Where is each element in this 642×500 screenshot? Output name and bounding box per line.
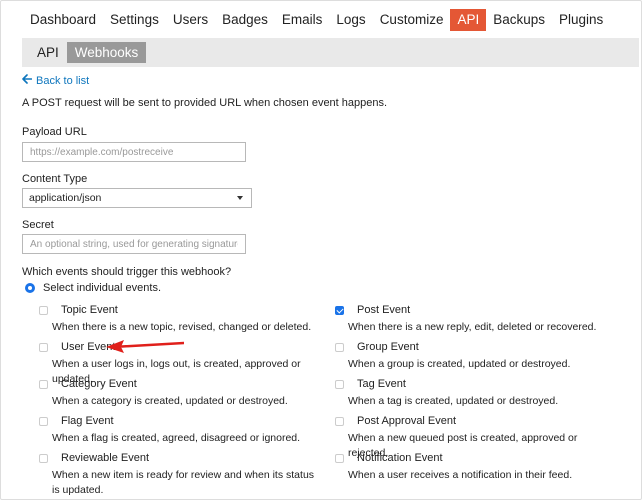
event-group-name: Group Event — [357, 341, 419, 353]
back-link-label: Back to list — [36, 74, 90, 87]
event-post-name: Post Event — [357, 304, 411, 316]
api-sub-nav: API Webhooks — [22, 38, 639, 67]
event-category-checkbox[interactable] — [39, 379, 48, 389]
content-type-select[interactable]: application/json — [22, 188, 252, 208]
event-tag-name: Tag Event — [357, 378, 406, 390]
nav-dashboard[interactable]: Dashboard — [21, 9, 103, 31]
event-post-approval-name: Post Approval Event — [357, 415, 457, 427]
radio-selected-icon — [25, 283, 35, 293]
event-topic: Topic Event When there is a new topic, r… — [22, 303, 312, 335]
event-topic-checkbox[interactable] — [39, 305, 48, 315]
nav-api[interactable]: API — [450, 9, 487, 31]
event-category-toggle[interactable]: Category Event — [22, 377, 312, 391]
event-category: Category Event When a category is create… — [22, 377, 312, 409]
event-reviewable: Reviewable Event When a new item is read… — [22, 451, 314, 498]
event-group-description: When a group is created, updated or dest… — [348, 358, 571, 370]
nav-emails[interactable]: Emails — [275, 9, 330, 31]
nav-customize[interactable]: Customize — [373, 9, 451, 31]
event-post-toggle[interactable]: Post Event — [318, 303, 608, 317]
event-category-name: Category Event — [61, 378, 137, 390]
event-post-approval-toggle[interactable]: Post Approval Event — [318, 414, 608, 428]
event-notification-toggle[interactable]: Notification Event — [318, 451, 608, 465]
event-flag-toggle[interactable]: Flag Event — [22, 414, 312, 428]
admin-panel: Dashboard Settings Users Badges Emails L… — [0, 0, 642, 500]
event-flag-name: Flag Event — [61, 415, 114, 427]
secret-label: Secret — [22, 219, 54, 231]
nav-settings[interactable]: Settings — [103, 9, 166, 31]
arrow-left-icon — [22, 74, 33, 87]
event-reviewable-description: When a new item is ready for review and … — [52, 469, 315, 496]
admin-top-nav: Dashboard Settings Users Badges Emails L… — [21, 9, 610, 31]
intro-text: A POST request will be sent to provided … — [22, 97, 388, 109]
event-post-approval-checkbox[interactable] — [335, 416, 344, 426]
nav-backups[interactable]: Backups — [486, 9, 552, 31]
nav-plugins[interactable]: Plugins — [552, 9, 610, 31]
event-flag-description: When a flag is created, agreed, disagree… — [52, 432, 301, 444]
event-post-description: When there is a new reply, edit, deleted… — [348, 321, 597, 333]
event-tag-checkbox[interactable] — [335, 379, 344, 389]
subnav-webhooks[interactable]: Webhooks — [66, 42, 147, 63]
nav-users[interactable]: Users — [166, 9, 215, 31]
content-type-label: Content Type — [22, 173, 88, 185]
event-reviewable-toggle[interactable]: Reviewable Event — [22, 451, 312, 465]
red-arrow-icon — [106, 340, 184, 353]
nav-logs[interactable]: Logs — [329, 9, 372, 31]
event-tag: Tag Event When a tag is created, updated… — [318, 377, 608, 409]
event-tag-toggle[interactable]: Tag Event — [318, 377, 608, 391]
back-to-list-link[interactable]: Back to list — [22, 74, 89, 87]
event-topic-name: Topic Event — [61, 304, 118, 316]
event-notification-name: Notification Event — [357, 452, 443, 464]
select-individual-events-radio[interactable]: Select individual events. — [25, 282, 161, 294]
event-group-toggle[interactable]: Group Event — [318, 340, 608, 354]
event-user-checkbox[interactable] — [39, 342, 48, 352]
event-reviewable-checkbox[interactable] — [39, 453, 48, 463]
trigger-question: Which events should trigger this webhook… — [22, 266, 232, 278]
chevron-down-icon — [237, 196, 243, 200]
event-reviewable-name: Reviewable Event — [61, 452, 150, 464]
event-post-checkbox[interactable] — [335, 305, 344, 315]
payload-url-label: Payload URL — [22, 126, 87, 138]
event-tag-description: When a tag is created, updated or destro… — [348, 395, 559, 407]
event-group: Group Event When a group is created, upd… — [318, 340, 608, 372]
nav-badges[interactable]: Badges — [215, 9, 275, 31]
event-notification-description: When a user receives a notification in t… — [348, 469, 573, 481]
subnav-api[interactable]: API — [29, 42, 67, 63]
event-topic-toggle[interactable]: Topic Event — [22, 303, 312, 317]
radio-label: Select individual events. — [43, 282, 162, 294]
event-flag: Flag Event When a flag is created, agree… — [22, 414, 312, 446]
event-post: Post Event When there is a new reply, ed… — [318, 303, 608, 335]
event-notification-checkbox[interactable] — [335, 453, 344, 463]
event-flag-checkbox[interactable] — [39, 416, 48, 426]
payload-url-input[interactable] — [22, 142, 246, 162]
content-type-value: application/json — [29, 192, 102, 204]
event-category-description: When a category is created, updated or d… — [52, 395, 288, 407]
event-group-checkbox[interactable] — [335, 342, 344, 352]
event-topic-description: When there is a new topic, revised, chan… — [52, 321, 312, 333]
secret-input[interactable] — [22, 234, 246, 254]
event-notification: Notification Event When a user receives … — [318, 451, 608, 483]
